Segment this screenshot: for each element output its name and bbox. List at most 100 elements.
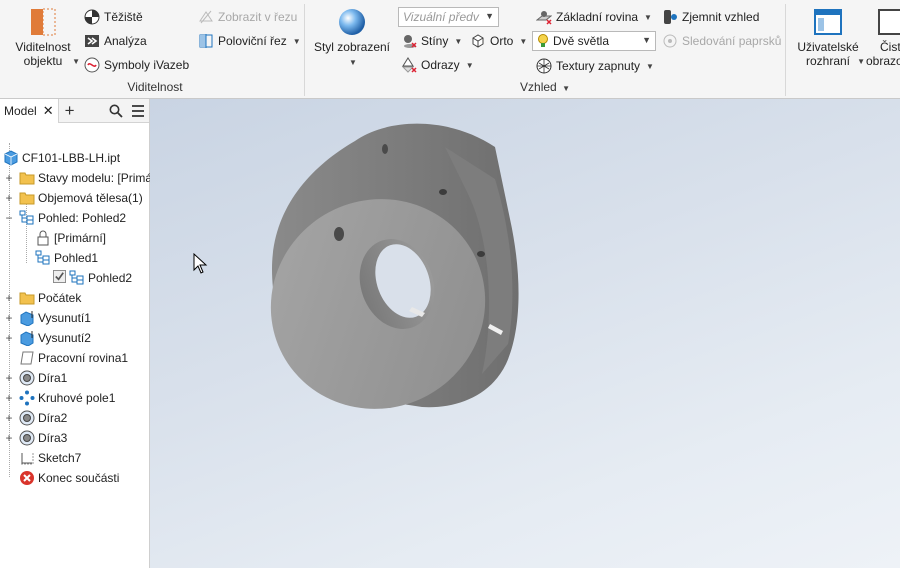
tree-node-label: Díra1 [38,371,68,385]
search-icon[interactable] [105,99,127,123]
tree-node[interactable]: + Díra3 [5,428,68,448]
chevron-down-icon[interactable]: ▼ [293,37,301,46]
analysis-button[interactable]: Analýza [84,33,147,49]
add-icon[interactable]: + [59,99,81,123]
chevron-down-icon[interactable]: ▼ [519,37,527,46]
tree-node[interactable]: [Primární] [35,228,106,248]
work-plane-icon [19,350,35,366]
light-bulb-icon [538,34,548,47]
tree-node-label: Pohled2 [88,271,133,285]
chevron-down-icon[interactable]: ▼ [466,61,474,70]
ortho-cube-icon [472,34,484,48]
ground-plane-label: Základní rovina [556,10,639,24]
graphics-viewport[interactable] [150,99,900,568]
ortho-label: Orto [490,34,514,48]
chevron-down-icon[interactable]: ▼ [454,37,462,46]
tree-node-label: Kruhové pole1 [38,391,116,405]
part-icon [3,150,19,166]
tree-node[interactable]: Pohled1 [35,248,98,268]
tree-node[interactable]: Konec součásti [19,468,119,488]
chevron-down-icon: ▼ [857,57,865,66]
visual-style-combo[interactable]: Vizuální předv ▼ [398,7,499,27]
tree-node[interactable]: + Kruhové pole1 [5,388,116,408]
center-of-gravity-label: Těžiště [104,10,143,24]
tree-node[interactable]: + Objemová tělesa(1) [5,188,143,208]
ivazeb-symbols-button[interactable]: Symboly iVazeb [84,57,189,73]
object-visibility-label-2: objektu [23,54,63,68]
chevron-down-icon: ▼ [642,35,651,45]
close-icon[interactable]: ✕ [43,99,54,123]
ground-plane-button[interactable]: Základní rovina ▼ [536,9,652,25]
expand-icon[interactable]: + [4,292,14,304]
expand-icon[interactable]: + [4,392,14,404]
ortho-button[interactable]: Orto ▼ [470,33,527,49]
tree-node-label: [Primární] [54,231,107,245]
chevron-down-icon[interactable]: ▼ [646,62,654,71]
tree-node-label: Pohled: Pohled2 [38,211,127,225]
display-style-button[interactable]: Styl zobrazení ▼ [312,6,392,70]
tree-node-label: CF101-LBB-LH.ipt [22,151,121,165]
tree-node[interactable]: − Pohled: Pohled2 [5,208,127,228]
textures-on-button[interactable]: Textury zapnuty ▼ [536,58,654,74]
tree-node[interactable]: Pohled2 [53,268,132,288]
part-model-3d[interactable] [150,99,900,568]
tree-node[interactable]: + Stavy modelu: [Primárn [5,168,163,188]
tree-node[interactable]: Sketch7 [19,448,81,468]
tree-node[interactable]: + Vysunutí2 [5,328,91,348]
display-style-sphere-icon [339,9,365,35]
tab-model[interactable]: Model ✕ [0,98,59,123]
folder-icon [19,190,35,206]
expand-icon[interactable]: + [4,332,14,344]
object-visibility-button[interactable]: Viditelnost objektu ▼ [10,6,80,68]
shadows-icon [404,35,417,48]
half-section-label: Poloviční řez [218,34,287,48]
user-interface-label-2: rozhraní [805,54,851,68]
expand-icon[interactable]: + [4,432,14,444]
expand-icon[interactable]: + [4,412,14,424]
expand-icon[interactable]: + [4,172,14,184]
tree-node-label: Počátek [38,291,82,305]
user-interface-button[interactable]: Uživatelské rozhraní ▼ [793,6,865,68]
tree-node-label: Díra3 [38,431,68,445]
tree-node-label: Objemová tělesa(1) [38,191,143,205]
lock-icon [35,230,51,246]
tree-node[interactable]: + Vysunutí1 [5,308,91,328]
chevron-down-icon[interactable]: ▼ [644,13,652,22]
textures-on-label: Textury zapnuty [556,59,641,73]
tree-node[interactable]: + Díra2 [5,408,67,428]
center-of-gravity-button[interactable]: Těžiště [84,9,143,25]
tree-node[interactable]: + Díra1 [5,368,68,388]
view-icon [35,250,51,266]
tree-node[interactable]: Pracovní rovina1 [19,348,128,368]
user-interface-icon [814,9,842,35]
tree-node[interactable]: + Počátek [5,288,82,308]
section-view-icon [199,10,213,24]
checkbox-checked-icon[interactable] [53,270,66,286]
show-in-section-button[interactable]: Zobrazit v řezu [198,9,297,25]
shadows-button[interactable]: Stíny ▼ [401,33,462,49]
expand-icon[interactable]: + [4,312,14,324]
tree-node-label: Vysunutí1 [38,311,91,325]
tree-node[interactable]: CF101-LBB-LH.ipt [3,148,120,168]
ray-tracing-button[interactable]: Sledování paprsků [662,33,781,49]
extrude-icon [19,310,35,327]
show-in-section-label: Zobrazit v řezu [218,10,298,24]
visual-style-value: Vizuální předv [403,10,479,24]
menu-icon[interactable] [127,99,149,123]
tree-node-label: Pracovní rovina1 [38,351,129,365]
lighting-style-combo[interactable]: Dvě světla ▼ [532,31,656,51]
view-checked-icon [69,270,85,286]
chevron-down-icon: ▼ [349,58,357,67]
tree-node-label: Stavy modelu: [Primárn [38,171,163,185]
collapse-icon[interactable]: − [4,212,14,224]
hole-icon [19,370,35,386]
expand-icon[interactable]: + [4,192,14,204]
smooth-appearance-button[interactable]: Zjemnit vzhled [662,9,759,25]
ground-plane-icon [536,11,552,25]
clean-screen-button[interactable]: Čist obrazo [866,6,900,68]
reflections-button[interactable]: Odrazy ▼ [401,57,474,73]
expand-icon[interactable]: + [4,372,14,384]
mouse-cursor-icon [193,253,208,274]
appearance-panel-label[interactable]: Vzhled ▼ [500,80,590,94]
half-section-button[interactable]: Poloviční řez ▼ [198,33,301,49]
